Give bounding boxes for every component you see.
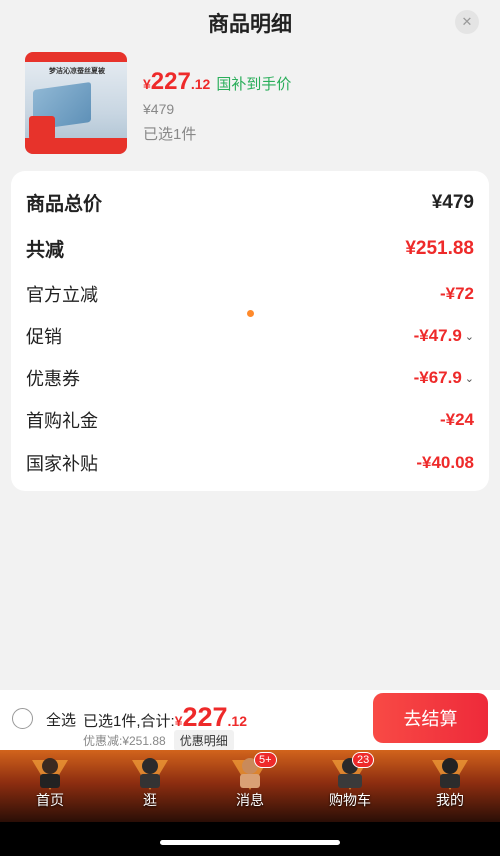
- row-first-purchase-gift: 首购礼金 -¥24: [26, 410, 474, 431]
- original-price: ¥479: [143, 101, 175, 117]
- row-official-discount: 官方立减 -¥72: [26, 284, 474, 305]
- tab-messages[interactable]: 5+ 消息: [200, 750, 300, 822]
- indicator-dot: [247, 310, 254, 317]
- thumbnail-title: 梦洁沁凉蚕丝夏被: [49, 68, 105, 75]
- tab-home[interactable]: 首页: [0, 750, 100, 822]
- tab-profile[interactable]: 我的: [400, 750, 500, 822]
- bottom-tab-bar: 首页 逛 5+ 消息 23 购物车 我的: [0, 750, 500, 822]
- selected-quantity: 已选1件: [143, 126, 197, 143]
- order-summary: 已选1件,合计: ¥ 227 .12: [83, 702, 248, 732]
- product-thumbnail[interactable]: 梦洁沁凉蚕丝夏被: [25, 52, 127, 154]
- tab-cart[interactable]: 23 购物车: [300, 750, 400, 822]
- row-total-price: 商品总价 ¥479: [26, 191, 474, 216]
- cart-badge: 23: [352, 752, 375, 768]
- browse-tab-icon: [132, 758, 168, 790]
- discount-summary: 优惠减:¥251.88 优惠明细: [83, 730, 234, 751]
- product-detail-sheet: 商品明细 ✕ 梦洁沁凉蚕丝夏被 ¥ 227 .12 国补到手价 ¥479 已选1…: [0, 0, 500, 690]
- sheet-title: 商品明细: [208, 13, 292, 36]
- row-coupon[interactable]: 优惠券 -¥67.9 ⌄: [26, 365, 474, 391]
- tab-browse[interactable]: 逛: [100, 750, 200, 822]
- row-national-subsidy: 国家补贴 -¥40.08: [26, 453, 474, 474]
- chevron-down-icon[interactable]: ⌄: [465, 330, 474, 343]
- product-price: ¥ 227 .12 国补到手价: [143, 68, 292, 95]
- home-indicator[interactable]: [160, 840, 340, 845]
- messages-badge: 5+: [254, 752, 277, 768]
- home-tab-icon: [32, 758, 68, 790]
- profile-tab-icon: [432, 758, 468, 790]
- select-all-checkbox[interactable]: [12, 708, 33, 729]
- subsidy-label: 国补到手价: [216, 76, 292, 93]
- row-promotion[interactable]: 促销 -¥47.9 ⌄: [26, 323, 474, 349]
- close-button[interactable]: ✕: [455, 10, 479, 34]
- row-total-discount: 共减 ¥251.88: [26, 237, 474, 262]
- close-icon: ✕: [461, 14, 473, 29]
- chevron-down-icon[interactable]: ⌄: [465, 372, 474, 385]
- home-indicator-area: [0, 822, 500, 856]
- checkout-bar: 全选 已选1件,合计: ¥ 227 .12 优惠减:¥251.88 优惠明细 去…: [0, 690, 500, 751]
- checkout-button[interactable]: 去结算: [373, 693, 488, 743]
- select-all-label[interactable]: 全选: [46, 709, 76, 730]
- discount-detail-button[interactable]: 优惠明细: [173, 730, 234, 751]
- price-detail-card: 商品总价 ¥479 共减 ¥251.88 官方立减 -¥72 促销 -¥47.9…: [11, 171, 489, 491]
